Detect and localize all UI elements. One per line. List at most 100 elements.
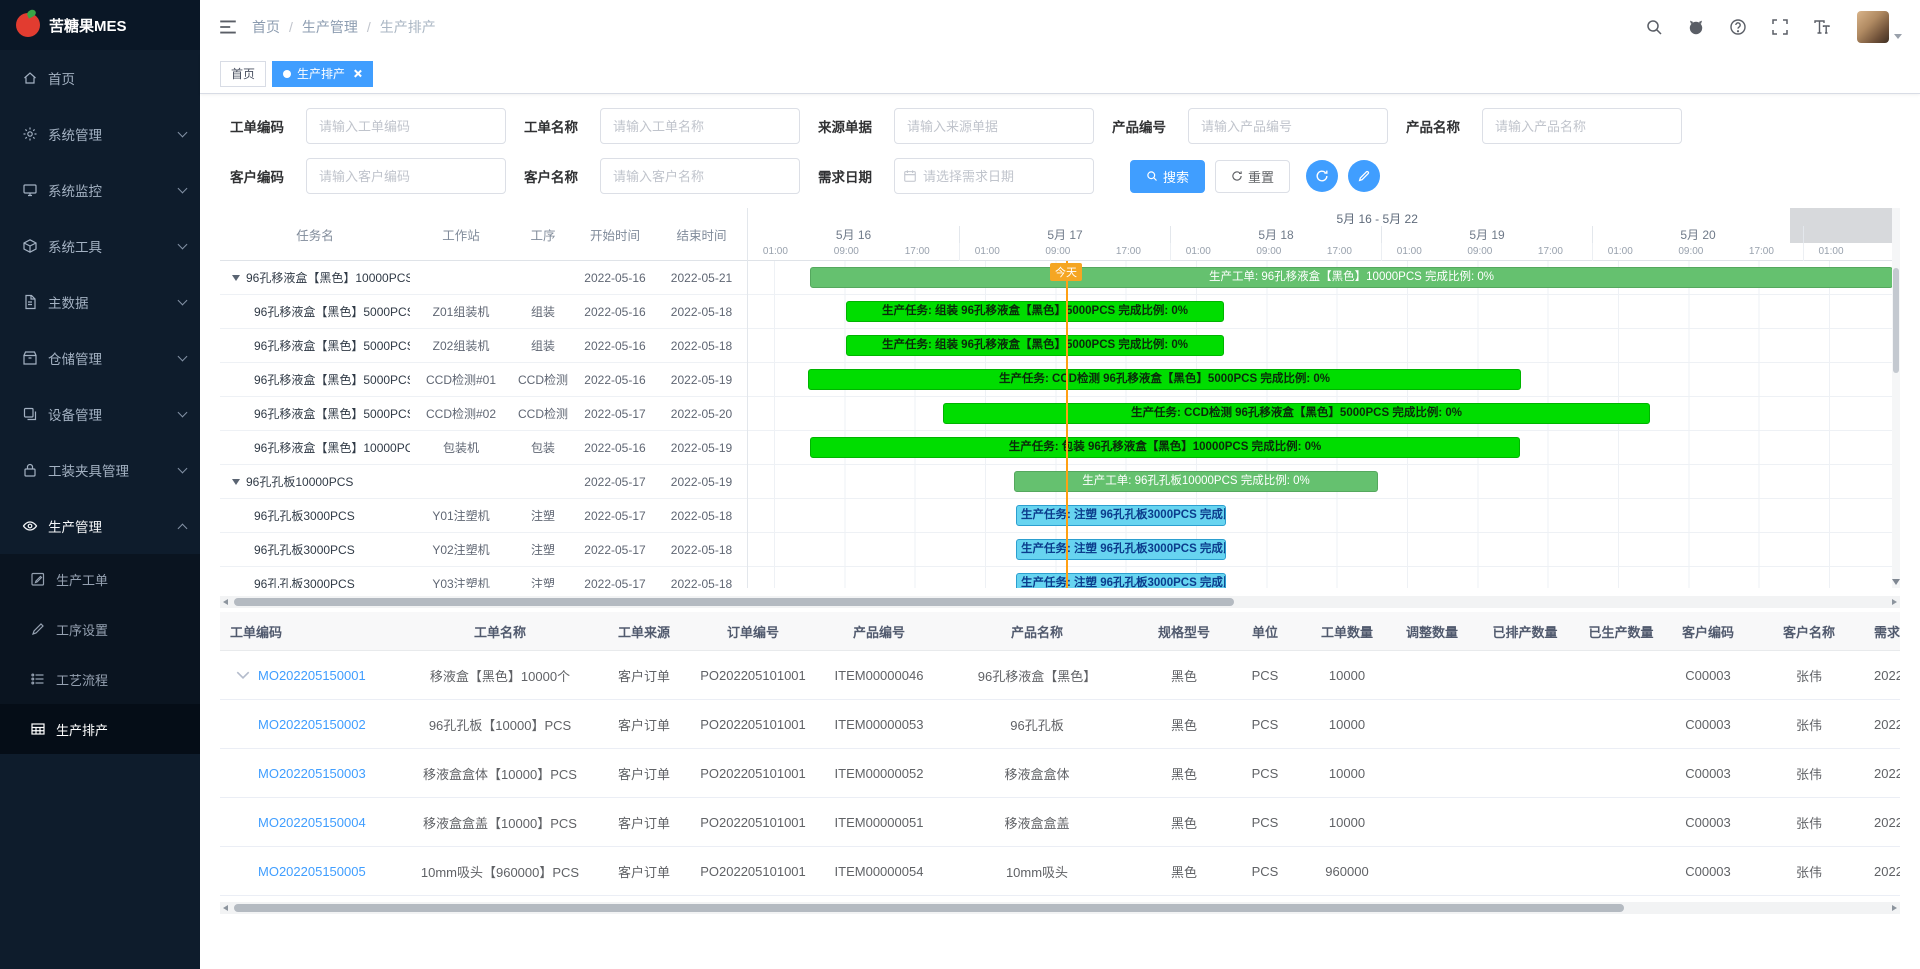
gantt-row[interactable]: 96孔移液盒【黑色】5000PCS CCD检测#02 CCD检测 2022-05… [220, 397, 747, 431]
refresh-gantt-button[interactable] [1306, 160, 1338, 192]
source-doc-input[interactable] [894, 108, 1094, 144]
active-tab-dot [283, 70, 291, 78]
gantt-row[interactable]: 96孔孔板3000PCS Y03注塑机 注塑 2022-05-17 2022-0… [220, 567, 747, 588]
table-grid-icon [30, 721, 46, 737]
gantt-row[interactable]: 96孔移液盒【黑色】5000PCS Z01组装机 组装 2022-05-16 2… [220, 295, 747, 329]
gantt-row[interactable]: 96孔移液盒【黑色】5000PCS Z02组装机 组装 2022-05-16 2… [220, 329, 747, 363]
gantt-row[interactable]: 96孔孔板3000PCS Y01注塑机 注塑 2022-05-17 2022-0… [220, 499, 747, 533]
breadcrumb-production-mgmt[interactable]: 生产管理 [302, 17, 358, 37]
gantt-row[interactable]: 96孔孔板10000PCS 2022-05-17 2022-05-19 [220, 465, 747, 499]
app-logo[interactable]: 苦糖果MES [0, 0, 200, 50]
scroll-down-arrow[interactable] [1892, 579, 1900, 585]
sidebar-item-system-monitor[interactable]: 系统监控 [0, 162, 200, 218]
gantt-bar-task-selected[interactable]: 生产任务: 注塑 96孔孔板3000PCS 完成比例: 0% [1016, 573, 1226, 588]
sidebar-item-equipment-mgmt[interactable]: 设备管理 [0, 386, 200, 442]
scrollbar-thumb[interactable] [234, 904, 1624, 912]
scroll-right-arrow[interactable] [1892, 905, 1897, 911]
table-horizontal-scrollbar[interactable] [220, 902, 1900, 914]
end-time-cell: 2022-05-18 [656, 339, 747, 353]
gantt-bar-task-selected[interactable]: 生产任务: 注塑 96孔孔板3000PCS 完成比例: 0% [1016, 539, 1226, 560]
product-name-input[interactable] [1482, 108, 1682, 144]
customer-code-input[interactable] [306, 158, 506, 194]
sidebar-item-system-tools[interactable]: 系统工具 [0, 218, 200, 274]
sidebar-item-warehouse-mgmt[interactable]: 仓储管理 [0, 330, 200, 386]
scroll-left-arrow[interactable] [223, 905, 228, 911]
sidebar-item-production-scheduling[interactable]: 生产排产 [0, 704, 200, 754]
gantt-bar-task[interactable]: 生产任务: 包装 96孔移液盒【黑色】10000PCS 完成比例: 0% [810, 437, 1520, 458]
scrollbar-thumb[interactable] [1893, 268, 1899, 373]
qty-cell: 10000 [1306, 815, 1388, 830]
collapse-icon[interactable] [232, 479, 240, 485]
gantt-vertical-scrollbar[interactable] [1892, 208, 1900, 588]
close-tab-icon[interactable] [353, 69, 362, 78]
sidebar-item-production-mgmt[interactable]: 生产管理 [0, 498, 200, 554]
start-time-cell: 2022-05-16 [574, 339, 656, 353]
gantt-bar-task-selected[interactable]: 生产任务: 注塑 96孔孔板3000PCS 完成比例: 0% [1016, 505, 1226, 526]
order-row[interactable]: MO202205150002 96孔孔板【10000】PCS 客户订单 PO20… [220, 700, 1900, 749]
search-button[interactable]: 搜索 [1130, 160, 1205, 193]
gantt-row[interactable]: 96孔移液盒【黑色】10000PCS 2022-05-16 2022-05-21 [220, 261, 747, 295]
gantt-bar-task[interactable]: 生产任务: 组装 96孔移液盒【黑色】5000PCS 完成比例: 0% [846, 301, 1224, 322]
end-time-cell: 2022-05-18 [656, 305, 747, 319]
app-logo-icon [16, 13, 40, 37]
caret-down-icon [1894, 34, 1902, 39]
work-order-code-input[interactable] [306, 108, 506, 144]
collapse-icon[interactable] [232, 275, 240, 281]
tab-production-scheduling[interactable]: 生产排产 [272, 61, 373, 87]
github-icon[interactable] [1687, 18, 1705, 36]
breadcrumb-separator: / [367, 19, 371, 35]
order-code-link[interactable]: MO202205150001 [258, 668, 366, 683]
hour-label: 17:00 [1538, 246, 1563, 257]
gantt-horizontal-scrollbar[interactable] [220, 596, 1900, 608]
product-code-input[interactable] [1188, 108, 1388, 144]
customer-code-cell: C00003 [1668, 668, 1748, 683]
gantt-bar-task[interactable]: 生产任务: CCD检测 96孔移液盒【黑色】5000PCS 完成比例: 0% [808, 369, 1521, 390]
gantt-row[interactable]: 96孔移液盒【黑色】10000PCS 包装机 包装 2022-05-16 202… [220, 431, 747, 465]
user-menu[interactable] [1857, 11, 1902, 43]
sidebar-item-process-settings[interactable]: 工序设置 [0, 604, 200, 654]
edit-schedule-button[interactable] [1348, 160, 1380, 192]
order-code-link[interactable]: MO202205150003 [258, 766, 366, 781]
hour-label: 17:00 [905, 246, 930, 257]
qty-cell: 10000 [1306, 668, 1388, 683]
order-row[interactable]: MO202205150001 移液盒【黑色】10000个 客户订单 PO2022… [220, 651, 1900, 700]
scroll-right-arrow[interactable] [1892, 599, 1897, 605]
order-code-link[interactable]: MO202205150004 [258, 815, 366, 830]
expand-row-icon[interactable] [236, 671, 250, 679]
font-size-icon[interactable] [1813, 18, 1831, 36]
gantt-bar-work-order[interactable]: 生产工单: 96孔孔板10000PCS 完成比例: 0% [1014, 471, 1378, 492]
sidebar-item-system-mgmt[interactable]: 系统管理 [0, 106, 200, 162]
col-end-time: 结束时间 [656, 225, 747, 244]
sidebar-item-process-flow[interactable]: 工艺流程 [0, 654, 200, 704]
sidebar-item-home[interactable]: 首页 [0, 50, 200, 106]
gantt-bar-work-order[interactable]: 生产工单: 96孔移液盒【黑色】10000PCS 完成比例: 0% [810, 267, 1892, 288]
gantt-row[interactable]: 96孔移液盒【黑色】5000PCS CCD检测#01 CCD检测 2022-05… [220, 363, 747, 397]
sidebar-toggle-icon[interactable] [218, 17, 238, 37]
help-icon[interactable] [1729, 18, 1747, 36]
gantt-bar-task[interactable]: 生产任务: CCD检测 96孔移液盒【黑色】5000PCS 完成比例: 0% [943, 403, 1650, 424]
order-code-link[interactable]: MO202205150002 [258, 717, 366, 732]
scroll-left-arrow[interactable] [223, 599, 228, 605]
fullscreen-icon[interactable] [1771, 18, 1789, 36]
breadcrumb-home[interactable]: 首页 [252, 17, 280, 37]
filter-source-doc: 来源单据 [818, 108, 1094, 144]
avatar[interactable] [1857, 11, 1889, 43]
scrollbar-thumb[interactable] [234, 598, 1234, 606]
order-code-link[interactable]: MO202205150005 [258, 864, 366, 879]
sidebar-item-fixture-mgmt[interactable]: 工装夹具管理 [0, 442, 200, 498]
order-row[interactable]: MO202205150005 10mm吸头【960000】PCS 客户订单 PO… [220, 847, 1900, 896]
col-work-order-name: 工单名称 [390, 622, 610, 641]
demand-date-picker[interactable] [894, 158, 1094, 194]
sidebar-item-production-order[interactable]: 生产工单 [0, 554, 200, 604]
gantt-bar-task[interactable]: 生产任务: 组装 96孔移液盒【黑色】5000PCS 完成比例: 0% [846, 335, 1224, 356]
sidebar-item-master-data[interactable]: 主数据 [0, 274, 200, 330]
order-row[interactable]: MO202205150004 移液盒盒盖【10000】PCS 客户订单 PO20… [220, 798, 1900, 847]
tab-home[interactable]: 首页 [220, 61, 266, 87]
gantt-row[interactable]: 96孔孔板3000PCS Y02注塑机 注塑 2022-05-17 2022-0… [220, 533, 747, 567]
work-order-name-input[interactable] [600, 108, 800, 144]
search-icon[interactable] [1645, 18, 1663, 36]
demand-date-input[interactable] [923, 169, 1085, 184]
reset-button[interactable]: 重置 [1215, 160, 1290, 193]
customer-name-input[interactable] [600, 158, 800, 194]
order-row[interactable]: MO202205150003 移液盒盒体【10000】PCS 客户订单 PO20… [220, 749, 1900, 798]
